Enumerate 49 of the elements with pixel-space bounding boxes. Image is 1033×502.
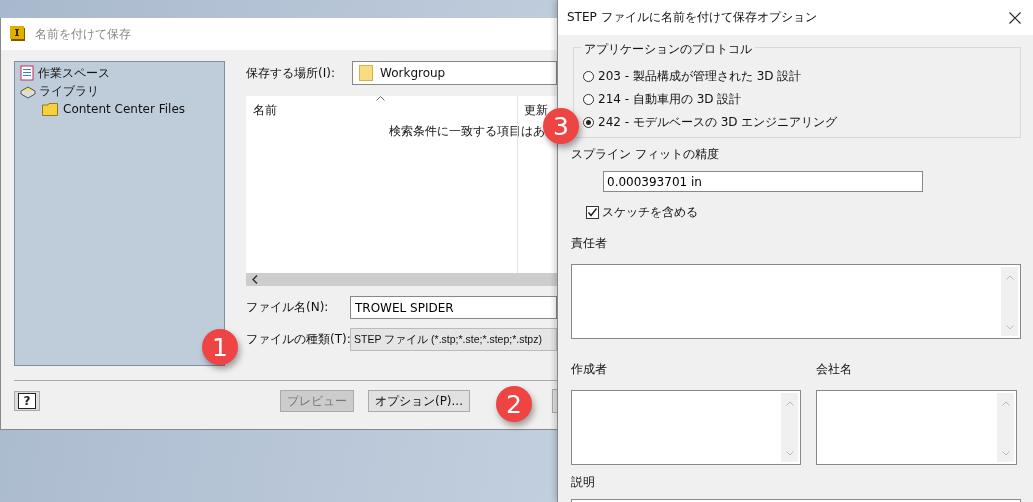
description-label: 説明 — [571, 474, 596, 491]
sort-caret-icon — [376, 96, 385, 101]
vertical-scrollbar[interactable] — [1001, 267, 1018, 336]
responsible-field[interactable] — [571, 264, 1021, 339]
scroll-down-icon — [1005, 325, 1014, 330]
window-title: 名前を付けて保存 — [35, 25, 131, 43]
folder-icon — [42, 102, 58, 116]
file-type-label: ファイルの種類(T): — [246, 331, 350, 348]
horizontal-scrollbar[interactable] — [246, 273, 557, 286]
file-name-label: ファイル名(N): — [246, 299, 330, 316]
dialog-button[interactable] — [552, 389, 557, 413]
file-name-field[interactable]: TROWEL SPIDER — [350, 296, 557, 319]
save-in-dropdown[interactable]: Workgroup — [352, 61, 557, 85]
place-item[interactable]: Content Center Files — [20, 100, 219, 118]
company-field[interactable] — [816, 390, 1017, 465]
close-icon[interactable] — [1009, 11, 1021, 24]
scroll-up-icon — [785, 401, 794, 406]
column-header[interactable]: 名前 — [253, 102, 277, 119]
file-type-dropdown[interactable]: STEP ファイル (*.stp;*.ste;*.step;*.stpz) — [350, 328, 557, 351]
scroll-up-icon — [1001, 401, 1010, 406]
document-icon — [20, 65, 35, 81]
scroll-down-icon — [785, 451, 794, 456]
spline-label: スプライン フィットの精度 — [571, 146, 720, 163]
author-label: 作成者 — [571, 361, 608, 378]
place-item[interactable]: 作業スペース — [20, 64, 219, 82]
scroll-up-icon — [1005, 275, 1014, 280]
radio-option[interactable]: 203 - 製品構成が管理された 3D 設計 — [583, 68, 1020, 85]
radio-option[interactable]: 242 - モデルベースの 3D エンジニアリング — [583, 114, 1020, 131]
vertical-scrollbar[interactable] — [997, 393, 1014, 462]
help-button[interactable]: ? — [14, 391, 40, 411]
app-icon — [10, 26, 26, 42]
radio-option[interactable]: 214 - 自動車用の 3D 設計 — [583, 91, 1020, 108]
place-label: ライブラリ — [39, 82, 99, 100]
save-in-label: 保存する場所(I): — [246, 64, 335, 82]
place-label: 作業スペース — [38, 64, 110, 82]
group-legend: アプリケーションのプロトコル — [581, 41, 755, 58]
place-label: Content Center Files — [63, 102, 186, 116]
scroll-left-icon — [252, 275, 258, 284]
folder-icon — [359, 65, 373, 81]
include-sketch-checkbox[interactable]: スケッチを含める — [586, 204, 1021, 221]
spline-field[interactable]: 0.000393701 in — [603, 171, 923, 192]
scroll-down-icon — [1001, 451, 1010, 456]
dialog-button[interactable]: オプション(P)... — [367, 390, 470, 412]
window-title: STEP ファイルに名前を付けて保存オプション — [567, 9, 817, 26]
author-field[interactable] — [571, 390, 801, 465]
place-item[interactable]: ライブラリ — [20, 82, 219, 100]
vertical-scrollbar[interactable] — [781, 393, 798, 462]
company-label: 会社名 — [816, 361, 853, 378]
responsible-label: 責任者 — [571, 235, 608, 252]
